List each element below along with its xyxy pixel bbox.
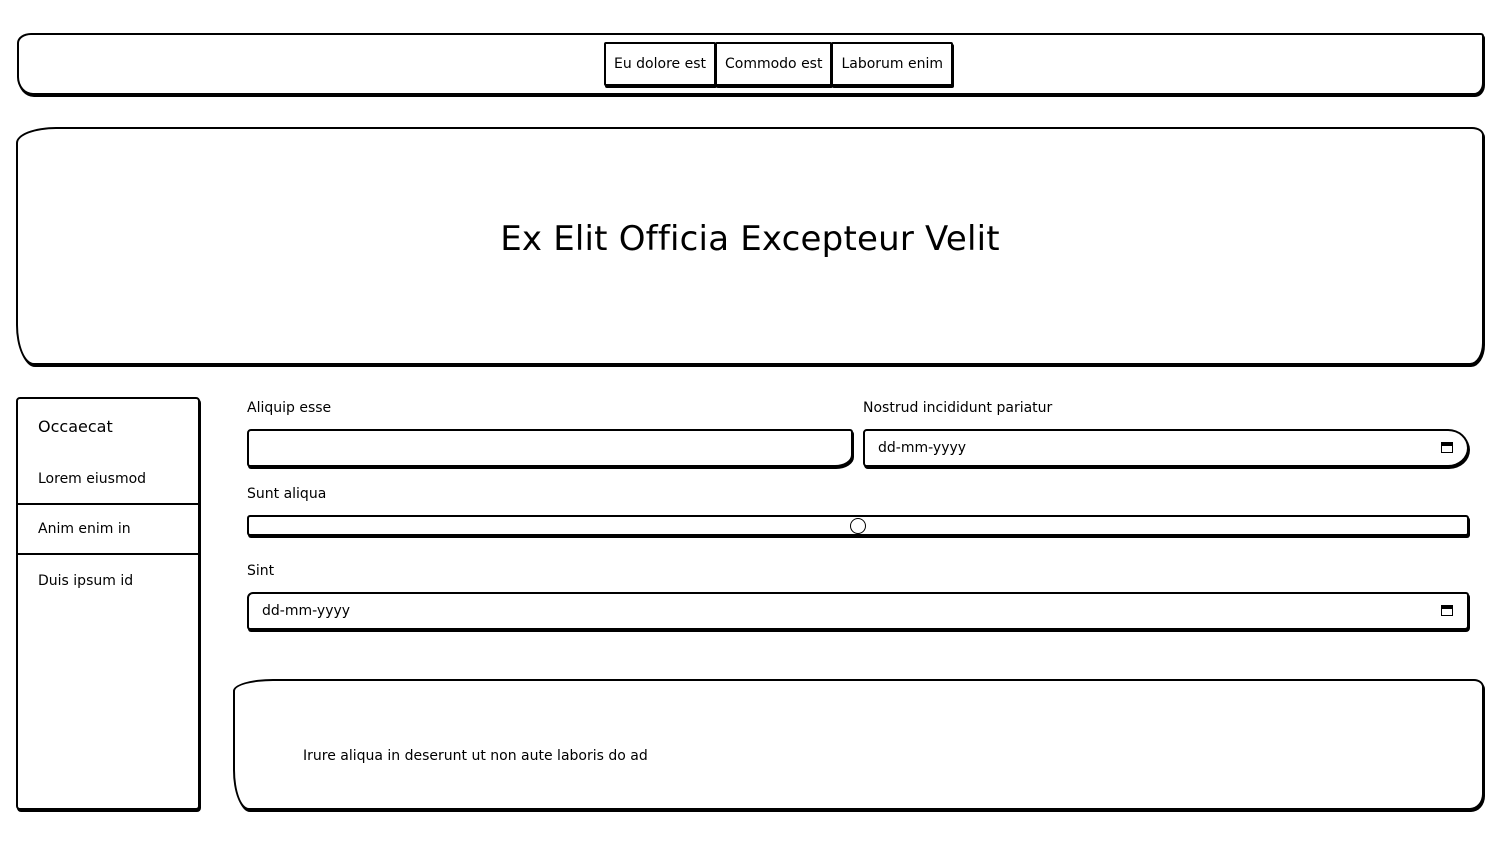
footer-text: Irure aliqua in deserunt ut non aute lab… xyxy=(303,748,648,764)
hero-banner: Ex Elit Officia Excepteur Velit xyxy=(16,127,1484,365)
field-label-aliquip-esse: Aliquip esse xyxy=(247,400,332,416)
date-input-nostrud[interactable]: dd-mm-yyyy xyxy=(863,429,1469,467)
field-label-sint: Sint xyxy=(247,563,275,579)
nav-button-commodo-est[interactable]: Commodo est xyxy=(714,42,833,86)
field-label-nostrud: Nostrud incididunt pariatur xyxy=(863,400,1053,416)
sidebar-title: Occaecat xyxy=(38,417,113,436)
sidebar-item-anim-enim-in[interactable]: Anim enim in xyxy=(18,505,198,555)
text-input-aliquip-esse[interactable] xyxy=(247,429,853,467)
date-placeholder: dd-mm-yyyy xyxy=(878,440,967,456)
date-placeholder: dd-mm-yyyy xyxy=(262,603,351,619)
calendar-icon[interactable] xyxy=(1441,605,1453,616)
nav-button-eu-dolore-est[interactable]: Eu dolore est xyxy=(604,42,716,86)
field-label-sunt-aliqua: Sunt aliqua xyxy=(247,486,327,502)
slider-thumb[interactable] xyxy=(850,518,866,534)
page-title: Ex Elit Officia Excepteur Velit xyxy=(500,219,1000,259)
sidebar-item-duis-ipsum-id[interactable]: Duis ipsum id xyxy=(18,556,198,606)
calendar-icon[interactable] xyxy=(1441,442,1453,453)
range-slider-sunt-aliqua[interactable] xyxy=(247,515,1469,536)
footer-panel: Irure aliqua in deserunt ut non aute lab… xyxy=(233,679,1484,810)
nav-button-group: Eu dolore est Commodo est Laborum enim xyxy=(604,42,954,86)
top-navigation: Eu dolore est Commodo est Laborum enim xyxy=(17,33,1484,95)
date-input-sint[interactable]: dd-mm-yyyy xyxy=(247,592,1469,630)
nav-button-laborum-enim[interactable]: Laborum enim xyxy=(831,42,954,86)
sidebar: Occaecat Lorem eiusmod Anim enim in Duis… xyxy=(16,397,200,810)
sidebar-item-lorem-eiusmod[interactable]: Lorem eiusmod xyxy=(18,455,198,505)
